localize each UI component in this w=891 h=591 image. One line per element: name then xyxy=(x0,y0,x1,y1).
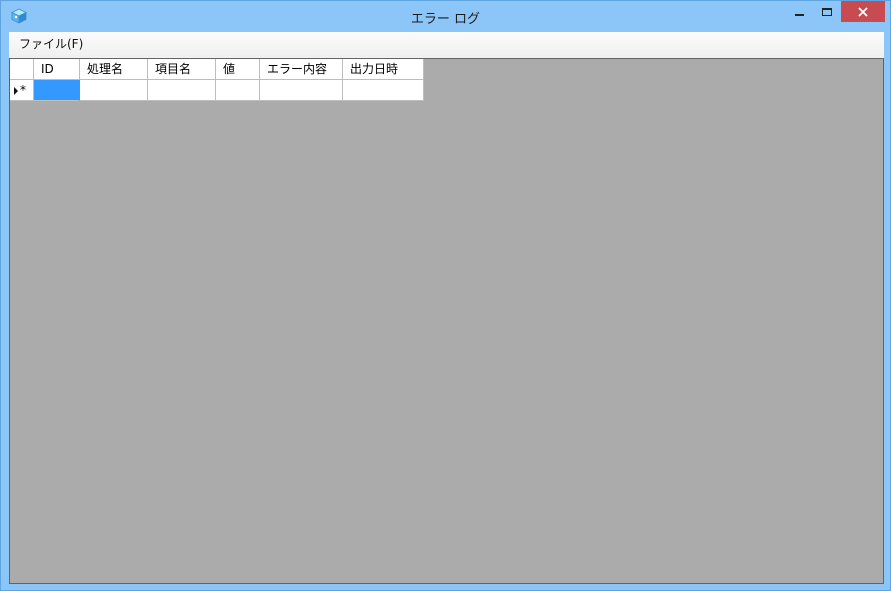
window-title: エラー ログ xyxy=(410,12,481,27)
maximize-icon xyxy=(822,7,832,16)
cell-item-name[interactable] xyxy=(148,80,216,101)
close-icon xyxy=(858,6,868,17)
row-pointer-icon xyxy=(14,87,18,95)
grid-corner-header[interactable] xyxy=(10,59,34,80)
new-row-marker: * xyxy=(20,83,26,97)
column-header-id[interactable]: ID xyxy=(34,59,80,80)
cell-process-name[interactable] xyxy=(80,80,148,101)
column-header-value[interactable]: 値 xyxy=(216,59,260,80)
client-area: ファイル(F) ID 処理名 項目名 値 エラー内容 出力日時 * xyxy=(9,32,884,584)
cell-error-content[interactable] xyxy=(260,80,343,101)
close-button[interactable] xyxy=(841,1,885,22)
column-header-error-content[interactable]: エラー内容 xyxy=(260,59,343,80)
minimize-button[interactable] xyxy=(785,1,813,22)
menu-bar: ファイル(F) xyxy=(9,32,884,57)
table-row-new[interactable]: * xyxy=(10,80,424,101)
error-log-grid[interactable]: ID 処理名 項目名 値 エラー内容 出力日時 * xyxy=(9,58,884,584)
cell-output-datetime[interactable] xyxy=(343,80,424,101)
grid-header-row: ID 処理名 項目名 値 エラー内容 出力日時 xyxy=(10,59,424,80)
column-header-item-name[interactable]: 項目名 xyxy=(148,59,216,80)
minimize-icon xyxy=(794,13,804,16)
menu-file[interactable]: ファイル(F) xyxy=(14,32,88,56)
maximize-button[interactable] xyxy=(813,1,841,22)
error-log-window: エラー ログ ファイル(F) ID 処理名 項目名 値 エラー内容 出力日時 * xyxy=(0,0,891,591)
title-bar[interactable]: エラー ログ xyxy=(1,1,890,32)
column-header-output-datetime[interactable]: 出力日時 xyxy=(343,59,424,80)
row-header[interactable]: * xyxy=(10,80,34,101)
column-header-process-name[interactable]: 処理名 xyxy=(80,59,148,80)
cell-id[interactable] xyxy=(34,80,80,101)
cell-value[interactable] xyxy=(216,80,260,101)
